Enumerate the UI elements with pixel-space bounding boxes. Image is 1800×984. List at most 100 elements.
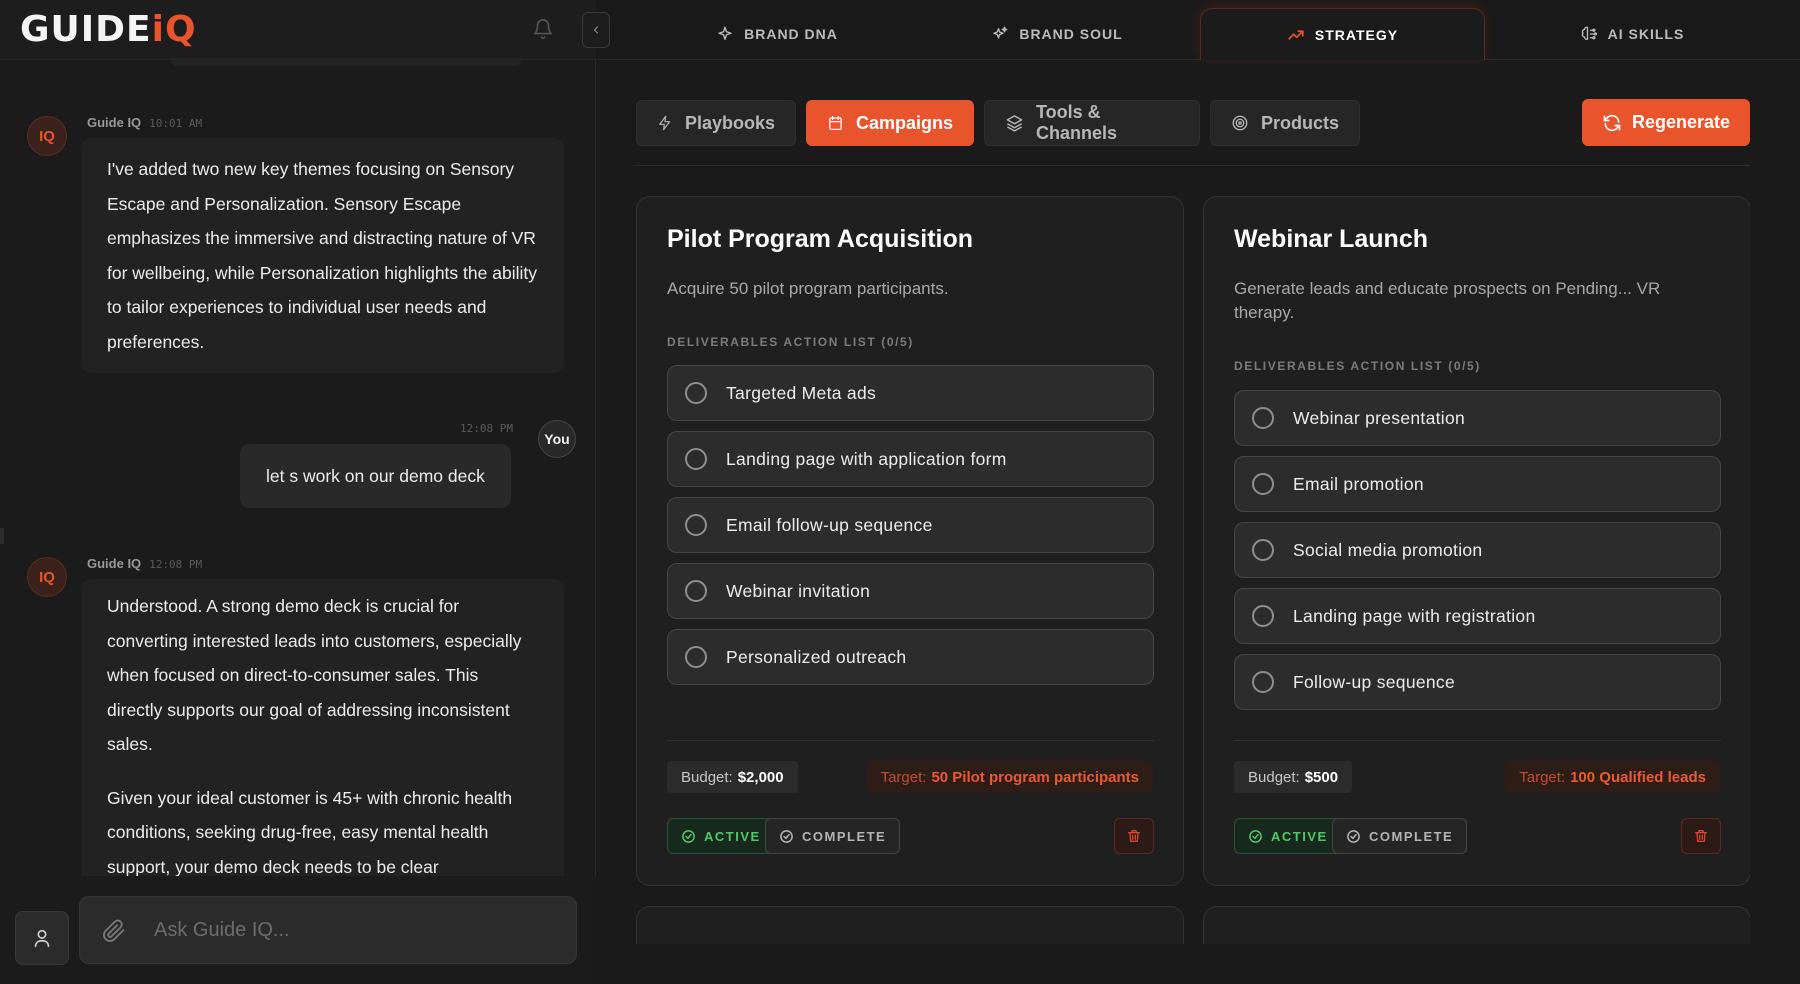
tab-ai-skills[interactable]: AI SKILLS: [1507, 8, 1757, 60]
campaign-description: Acquire 50 pilot program participants.: [667, 279, 949, 298]
budget-chip: Budget: $2,000: [667, 761, 798, 793]
trending-up-icon: [1288, 29, 1304, 40]
delete-campaign-button[interactable]: [1114, 818, 1154, 854]
tab-label: STRATEGY: [1314, 26, 1399, 43]
status-label: ACTIVE: [1271, 828, 1328, 844]
target-chip: Target: 100 Qualified leads: [1505, 761, 1720, 793]
deliverable-label: Social media promotion: [1293, 539, 1483, 560]
campaign-cards[interactable]: Pilot Program Acquisition Acquire 50 pil…: [636, 196, 1750, 944]
checkbox-circle[interactable]: [1252, 671, 1274, 693]
deliverable-item[interactable]: Landing page with registration: [1234, 588, 1721, 644]
budget-value: $500: [1304, 768, 1339, 786]
deliverable-item[interactable]: Follow-up sequence: [1234, 654, 1721, 710]
deliverable-label: Targeted Meta ads: [726, 382, 877, 403]
deliverable-item[interactable]: Email promotion: [1234, 456, 1721, 512]
message-header: Guide IQ 10:01 AM: [87, 115, 202, 130]
budget-chip: Budget: $500: [1234, 761, 1353, 793]
ask-guide-iq-box[interactable]: [79, 896, 577, 964]
check-circle-icon: [780, 829, 793, 843]
user-icon: [34, 929, 50, 948]
regenerate-button[interactable]: Regenerate: [1582, 99, 1750, 146]
subtab-label: Products: [1260, 112, 1339, 133]
complete-status-button[interactable]: COMPLETE: [765, 818, 901, 854]
subtab-label: Playbooks: [684, 112, 775, 133]
logo-text-iq: iQ: [151, 9, 197, 50]
ai-message-bubble: Understood. A strong demo deck is crucia…: [81, 579, 564, 876]
campaign-card: Webinar Launch Generate leads and educat…: [1203, 196, 1750, 886]
checkbox-circle[interactable]: [685, 382, 707, 404]
app-logo[interactable]: GUIDEiQ: [20, 9, 197, 51]
deliverable-item[interactable]: Personalized outreach: [667, 629, 1154, 685]
chevron-left-icon: [593, 26, 599, 34]
main-panel: BRAND DNA BRAND SOUL STRATEGY AI SKILLS …: [597, 0, 1800, 984]
deliverable-label: Landing page with registration: [1293, 605, 1536, 626]
deliverable-item[interactable]: Email follow-up sequence: [667, 497, 1154, 553]
deliverable-label: Webinar presentation: [1293, 407, 1466, 428]
checkbox-circle[interactable]: [685, 514, 707, 536]
checkbox-circle[interactable]: [1252, 407, 1274, 429]
message-author: Guide IQ: [87, 556, 142, 571]
sparkles-icon: [993, 26, 1008, 39]
deliverable-item[interactable]: Targeted Meta ads: [667, 365, 1154, 421]
checkbox-circle[interactable]: [1252, 605, 1274, 627]
profile-button[interactable]: [15, 911, 69, 965]
active-status-button[interactable]: ACTIVE: [1234, 818, 1342, 854]
checkbox-circle[interactable]: [1252, 473, 1274, 495]
deliverable-item[interactable]: Webinar invitation: [667, 563, 1154, 619]
status-label: ACTIVE: [704, 828, 761, 844]
paperclip-icon[interactable]: [102, 919, 126, 943]
tab-brand-soul[interactable]: BRAND SOUL: [937, 8, 1177, 60]
target-label: Target:: [880, 768, 927, 786]
deliverable-item[interactable]: Landing page with application form: [667, 431, 1154, 487]
tab-strategy[interactable]: STRATEGY: [1200, 8, 1485, 60]
user-message-time: 12:08 PM: [460, 422, 513, 435]
subtab-campaigns[interactable]: Campaigns: [806, 100, 974, 146]
checkbox-circle[interactable]: [685, 646, 707, 668]
campaign-title: Webinar Launch: [1234, 225, 1429, 253]
deliverable-label: Webinar invitation: [726, 580, 871, 601]
ask-input[interactable]: [154, 897, 554, 963]
budget-label: Budget:: [681, 768, 733, 786]
message-text: I've added two new key themes focusing o…: [107, 159, 537, 352]
chat-panel: GUIDEiQ IQ Guide IQ 10:01 AM I've added t…: [0, 0, 596, 984]
deliverable-label: Landing page with application form: [726, 448, 1007, 469]
guide-iq-avatar: IQ: [27, 557, 67, 597]
status-label: COMPLETE: [1369, 828, 1454, 844]
collapse-panel-button[interactable]: [582, 12, 610, 48]
delete-campaign-button[interactable]: [1681, 818, 1721, 854]
chat-messages[interactable]: IQ Guide IQ 10:01 AM I've added two new k…: [0, 66, 596, 876]
calendar-icon: [829, 116, 842, 130]
deliverables-label: DELIVERABLES ACTION LIST (0/5): [1234, 359, 1481, 373]
chat-header: GUIDEiQ: [0, 0, 596, 60]
subtab-tools-channels[interactable]: Tools & Channels: [984, 100, 1200, 146]
subtab-products[interactable]: Products: [1210, 100, 1360, 146]
deliverable-item[interactable]: Webinar presentation: [1234, 390, 1721, 446]
message-header: Guide IQ 12:08 PM: [87, 556, 202, 571]
tab-label: AI SKILLS: [1607, 26, 1685, 42]
check-circle-icon: [1347, 829, 1360, 843]
resize-handle[interactable]: [0, 528, 4, 544]
checkbox-circle[interactable]: [685, 580, 707, 602]
target-icon: [1232, 115, 1248, 131]
target-chip: Target: 50 Pilot program participants: [866, 761, 1153, 793]
target-value: 50 Pilot program participants: [931, 768, 1139, 786]
complete-status-button[interactable]: COMPLETE: [1332, 818, 1468, 854]
logo-text-guide: GUIDE: [20, 9, 152, 50]
deliverable-label: Email follow-up sequence: [726, 514, 933, 535]
bell-icon[interactable]: [532, 18, 554, 40]
checkbox-circle[interactable]: [1252, 539, 1274, 561]
chat-input-bar: [0, 876, 596, 984]
active-status-button[interactable]: ACTIVE: [667, 818, 775, 854]
deliverable-label: Follow-up sequence: [1293, 671, 1456, 692]
checkbox-circle[interactable]: [685, 448, 707, 470]
deliverable-item[interactable]: Social media promotion: [1234, 522, 1721, 578]
tab-brand-dna[interactable]: BRAND DNA: [657, 8, 897, 60]
subtab-playbooks[interactable]: Playbooks: [636, 100, 796, 146]
campaign-description: Generate leads and educate prospects on …: [1234, 279, 1661, 322]
subtab-label: Tools & Channels: [1035, 102, 1118, 143]
campaign-card-partial[interactable]: [636, 906, 1184, 944]
ai-message-bubble: I've added two new key themes focusing o…: [81, 138, 564, 373]
budget-label: Budget:: [1248, 768, 1300, 786]
campaign-card-partial[interactable]: [1203, 906, 1750, 944]
message-author: Guide IQ: [87, 115, 142, 130]
